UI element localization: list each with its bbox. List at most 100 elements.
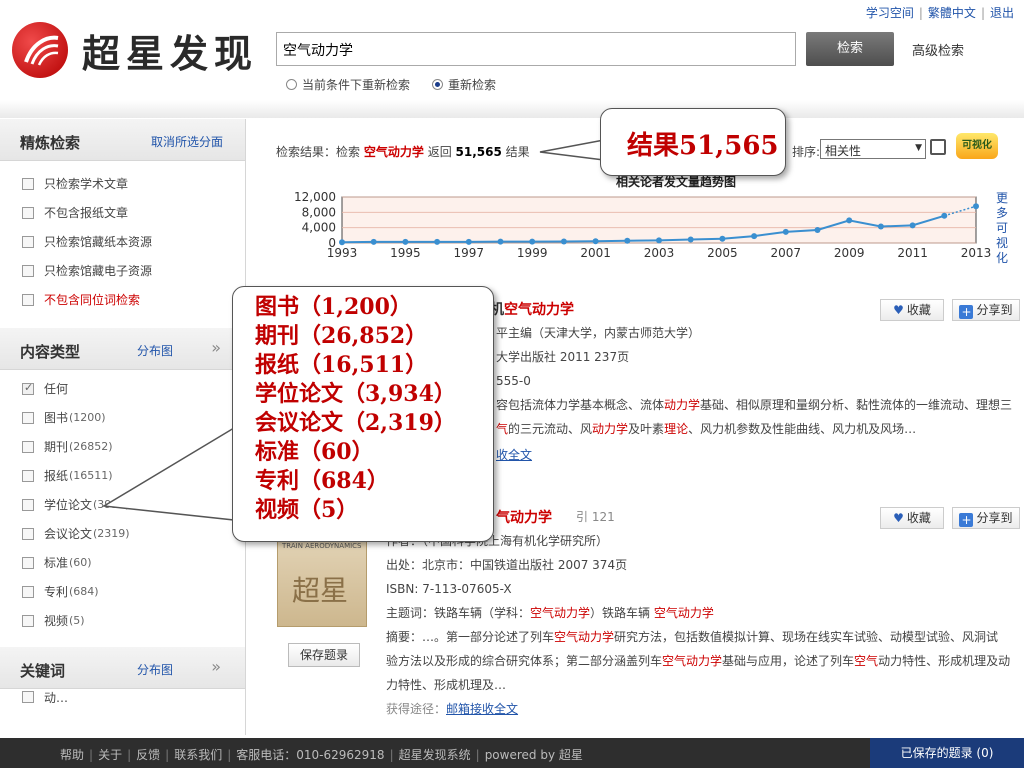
checkbox-icon[interactable] bbox=[22, 498, 34, 511]
result-abstract-line: 气的三元流动、风动力学及叶素理论、风力机参数及性能曲线、风力机及风场… bbox=[496, 422, 917, 436]
logo[interactable]: 超星发现 bbox=[12, 22, 258, 78]
checkbox-icon[interactable] bbox=[22, 556, 34, 569]
saved-records-button[interactable]: 已保存的题录 (0) bbox=[870, 738, 1024, 768]
checkbox-icon[interactable] bbox=[22, 469, 34, 482]
result-abstract-line: 力特性、形成机理及… bbox=[386, 678, 507, 692]
content-type-callout: 图书（1,200） 期刊（26,852） 报纸（16,511） 学位论文（3,9… bbox=[232, 286, 494, 542]
share-button[interactable]: + 分享到 bbox=[952, 299, 1020, 321]
link-traditional-chinese[interactable]: 繁體中文 bbox=[928, 6, 976, 20]
content-type-option[interactable]: 图书 (1200) bbox=[0, 403, 245, 432]
footer: 帮助 | 关于 | 反馈 | 联系我们 | 客服电话：010-62962918 | 超星发现系统 | p… bbox=[0, 738, 1024, 768]
sidebar: 精炼检索 取消所选分面 只检索学术文章 不包含报纸文章 只检索馆藏纸本资源 只检… bbox=[0, 119, 246, 735]
email-full-text-link[interactable]: 邮箱接收全文 bbox=[446, 702, 518, 716]
visualize-icon[interactable]: 可视化 bbox=[956, 133, 998, 159]
checkbox-icon[interactable] bbox=[22, 585, 34, 598]
data-point bbox=[465, 238, 472, 245]
footer-link[interactable]: 帮助 bbox=[60, 748, 84, 762]
content-type-option[interactable]: 报纸 (16511) bbox=[0, 461, 245, 490]
content-type-chart-link[interactable]: 分布图 bbox=[137, 342, 173, 359]
refine-header: 精炼检索 取消所选分面 bbox=[0, 119, 245, 161]
top-links: 学习空间 | 繁體中文 | 退出 bbox=[865, 6, 1014, 20]
content-type-title: 内容类型 bbox=[20, 343, 81, 361]
collapse-chevron-icon[interactable]: » bbox=[211, 657, 221, 676]
result-isbn: 555-0 bbox=[496, 374, 531, 388]
data-point bbox=[782, 228, 789, 235]
footer-link[interactable]: 反馈 bbox=[136, 748, 160, 762]
link-logout[interactable]: 退出 bbox=[990, 6, 1014, 20]
checkbox-icon[interactable] bbox=[22, 293, 34, 306]
checkbox-icon[interactable] bbox=[22, 235, 34, 248]
refine-option[interactable]: 不包含同位词检索 bbox=[0, 285, 245, 314]
data-point bbox=[909, 222, 916, 229]
checkbox-icon[interactable] bbox=[22, 177, 34, 190]
footer-link[interactable]: 联系我们 bbox=[174, 748, 222, 762]
print-icon[interactable] bbox=[930, 139, 946, 155]
y-tick-label: 12,000 bbox=[294, 190, 336, 204]
checkbox-icon[interactable] bbox=[22, 440, 34, 453]
result-abstract-line: 验方法以及形成的综合研究体系；第二部分涵盖列车空气动力学基础与应用，论述了列车空… bbox=[386, 654, 1011, 668]
x-tick-label: 1995 bbox=[390, 246, 421, 260]
radio-search-within[interactable]: 当前条件下重新检索 bbox=[286, 76, 410, 93]
radio-new-search[interactable]: 重新检索 bbox=[432, 76, 496, 93]
full-text-link[interactable]: 收全文 bbox=[496, 445, 532, 465]
data-point bbox=[687, 236, 694, 243]
checkbox-icon[interactable] bbox=[22, 614, 34, 627]
collapse-chevron-icon[interactable]: » bbox=[211, 338, 221, 357]
save-record-button[interactable]: 保存题录 bbox=[288, 643, 360, 667]
x-tick-label: 1999 bbox=[517, 246, 548, 260]
content-type-option[interactable]: 期刊 (26852) bbox=[0, 432, 245, 461]
favorite-button[interactable]: ♥ 收藏 bbox=[880, 299, 944, 321]
logo-text: 超星发现 bbox=[82, 31, 259, 76]
checkbox-checked-icon[interactable] bbox=[22, 381, 34, 395]
data-point bbox=[434, 238, 441, 245]
x-tick-label: 2013 bbox=[961, 246, 992, 260]
x-tick-label: 1997 bbox=[454, 246, 485, 260]
data-point bbox=[751, 233, 758, 240]
result-title[interactable]: 气动力学 bbox=[496, 507, 552, 527]
data-point bbox=[370, 238, 377, 245]
advanced-search-link[interactable]: 高级检索 bbox=[912, 40, 964, 59]
x-tick-label: 2007 bbox=[771, 246, 802, 260]
refine-option[interactable]: 不包含报纸文章 bbox=[0, 198, 245, 227]
footer-powered: powered by 超星 bbox=[484, 748, 583, 762]
checkbox-icon[interactable] bbox=[22, 527, 34, 540]
content-type-header: 内容类型 分布图 » bbox=[0, 328, 245, 370]
checkbox-icon[interactable] bbox=[22, 264, 34, 277]
content-type-option[interactable]: 标准 (60) bbox=[0, 548, 245, 577]
footer-link[interactable]: 关于 bbox=[98, 748, 122, 762]
search-button[interactable]: 检索 bbox=[806, 32, 894, 66]
content-type-option[interactable]: 学位论文 (3934) bbox=[0, 490, 245, 519]
data-point bbox=[529, 238, 536, 245]
refine-option[interactable]: 只检索馆藏纸本资源 bbox=[0, 227, 245, 256]
content-type-option[interactable]: 任何 bbox=[0, 374, 245, 403]
checkbox-icon[interactable] bbox=[22, 411, 34, 424]
content-type-option[interactable]: 专利 (684) bbox=[0, 577, 245, 606]
clear-facets-link[interactable]: 取消所选分面 bbox=[151, 133, 223, 150]
data-point bbox=[497, 238, 504, 245]
data-point bbox=[814, 226, 821, 233]
favorite-button[interactable]: ♥ 收藏 bbox=[880, 507, 944, 529]
checkbox-icon[interactable] bbox=[22, 206, 34, 219]
plus-icon: + bbox=[959, 513, 974, 527]
keyword-option[interactable]: 动… bbox=[0, 689, 245, 705]
keywords-chart-link[interactable]: 分布图 bbox=[137, 661, 173, 678]
checkbox-icon[interactable] bbox=[22, 691, 34, 703]
more-visualization-link[interactable]: 更多可视化 bbox=[996, 191, 1010, 266]
link-study-space[interactable]: 学习空间 bbox=[866, 6, 914, 20]
share-button[interactable]: + 分享到 bbox=[952, 507, 1020, 529]
content-type-option[interactable]: 会议论文 (2319) bbox=[0, 519, 245, 548]
keywords-title: 关键词 bbox=[20, 662, 66, 680]
refine-option[interactable]: 只检索馆藏电子资源 bbox=[0, 256, 245, 285]
plot-area bbox=[341, 196, 977, 244]
content-type-option[interactable]: 视频 (5) bbox=[0, 606, 245, 635]
refine-option[interactable]: 只检索学术文章 bbox=[0, 169, 245, 198]
result-subjects: 主题词：铁路车辆（学科：空气动力学）铁路车辆 空气动力学 bbox=[386, 606, 714, 620]
data-point bbox=[402, 238, 409, 245]
data-point bbox=[877, 223, 884, 230]
logo-mark-icon bbox=[12, 22, 68, 78]
sort-select[interactable]: 相关性 bbox=[820, 139, 926, 159]
data-point bbox=[656, 237, 662, 244]
search-input[interactable]: 空气动力学 bbox=[276, 32, 796, 66]
heart-icon: ♥ bbox=[893, 511, 904, 525]
header: 超星发现 学习空间 | 繁體中文 | 退出 空气动力学 检索 高级检索 当前条件下重新检… bbox=[0, 0, 1024, 118]
